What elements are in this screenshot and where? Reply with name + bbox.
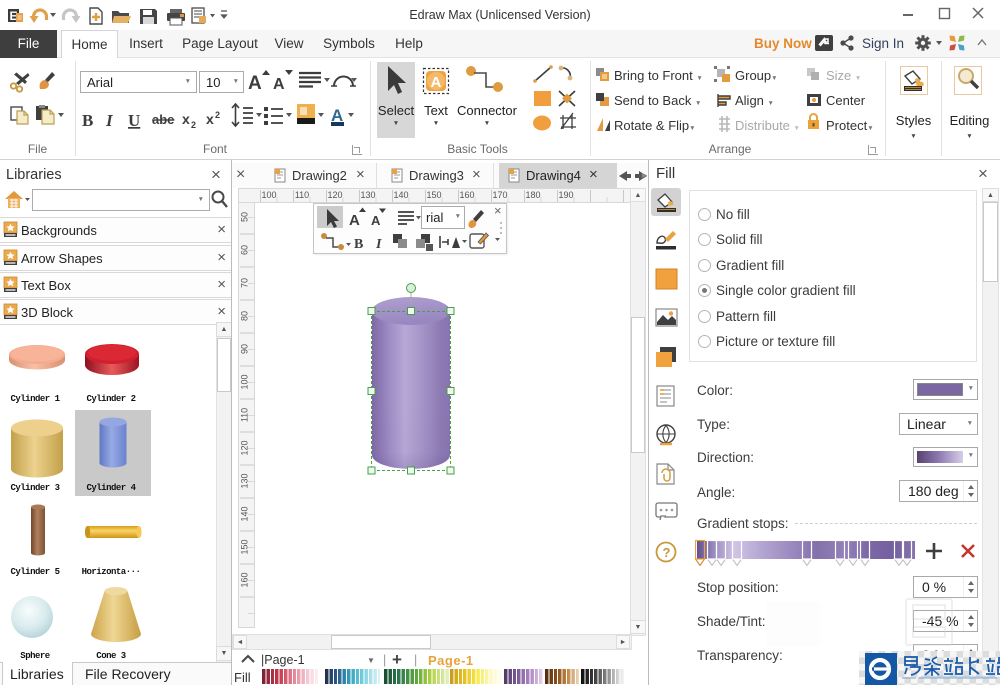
svg-text:50: 50 [240, 212, 250, 222]
svg-text:U: U [128, 111, 140, 130]
svg-text:A: A [349, 212, 360, 229]
svg-text:170: 170 [492, 190, 507, 200]
svg-text:B: B [354, 237, 363, 252]
svg-text:150: 150 [426, 190, 441, 200]
svg-text:80: 80 [240, 311, 250, 321]
svg-text:150: 150 [240, 539, 250, 554]
svg-text:100: 100 [240, 374, 250, 389]
svg-text:A: A [273, 76, 285, 93]
svg-text:110: 110 [295, 190, 309, 200]
svg-text:I: I [375, 237, 382, 252]
svg-text:I: I [105, 111, 114, 130]
svg-text:180: 180 [525, 190, 540, 200]
svg-text:abe: abe [152, 112, 174, 127]
svg-text:130: 130 [240, 473, 250, 488]
svg-text:120: 120 [240, 440, 250, 455]
svg-text:A: A [248, 73, 262, 94]
svg-text:160: 160 [459, 190, 474, 200]
svg-text:A: A [371, 213, 381, 228]
svg-text:140: 140 [393, 190, 408, 200]
svg-text:B: B [82, 111, 93, 130]
svg-text:100: 100 [261, 190, 276, 200]
svg-text:70: 70 [240, 278, 250, 288]
svg-text:160: 160 [240, 572, 250, 587]
svg-text:A: A [431, 74, 442, 91]
svg-text:120: 120 [327, 190, 342, 200]
svg-text:x: x [206, 111, 214, 127]
svg-text:2: 2 [215, 110, 220, 120]
svg-text:190: 190 [558, 190, 573, 200]
svg-text:60: 60 [240, 245, 250, 255]
svg-text:110: 110 [240, 408, 250, 422]
svg-text:x: x [182, 111, 190, 127]
svg-text:140: 140 [240, 506, 250, 521]
svg-text:130: 130 [360, 190, 375, 200]
svg-text:90: 90 [240, 344, 250, 354]
svg-text:2: 2 [191, 120, 196, 130]
svg-text:?: ? [663, 545, 671, 560]
